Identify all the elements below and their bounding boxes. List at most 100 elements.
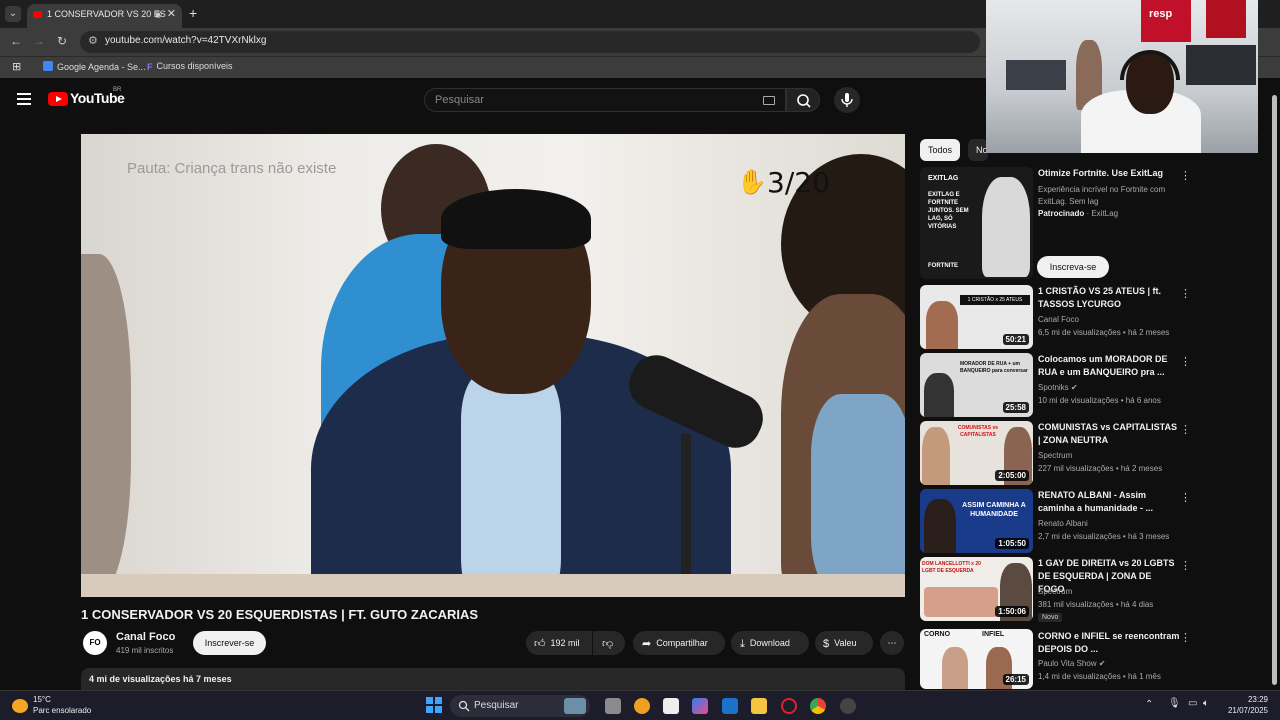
tab-search-chevron-icon[interactable]: ⌄ <box>5 6 21 22</box>
thumb-text: CORNO INFIEL <box>924 631 1005 638</box>
tray-chevron-icon[interactable]: ⌃ <box>1145 699 1153 710</box>
thumb-text: DOM LANCELLOTTI x 20 LGBT DE ESQUERDA <box>922 561 981 574</box>
raised-hand-icon: ✋ <box>737 168 767 196</box>
close-tab-icon[interactable]: ✕ <box>167 4 176 24</box>
voice-search-button[interactable] <box>834 87 860 113</box>
search-placeholder: Pesquisar <box>435 94 484 106</box>
list-item[interactable]: DOM LANCELLOTTI x 20 LGBT DE ESQUERDA 1:… <box>920 557 1260 622</box>
file-explorer-icon[interactable] <box>751 698 767 714</box>
like-button[interactable]: 👍︎ 192 mil <box>526 631 592 655</box>
rec-channel[interactable]: Spectrum <box>1038 587 1072 596</box>
share-button[interactable]: ➦ Compartilhar <box>633 631 725 655</box>
bookmark-cursos[interactable]: F Cursos disponíveis <box>147 61 233 72</box>
webcam-desk-right <box>1186 45 1256 85</box>
thumbnail[interactable]: MORADOR DE RUA + um BANQUEIRO para conve… <box>920 353 1033 417</box>
site-info-icon[interactable]: ⚙ <box>88 34 98 47</box>
thumbnail[interactable]: 1 CRISTÃO x 25 ATEUS 50:21 <box>920 285 1033 349</box>
subscribe-button[interactable]: Inscrever-se <box>193 631 266 655</box>
more-vertical-icon[interactable]: ⋮ <box>1180 287 1191 300</box>
reload-icon[interactable]: ↻ <box>57 34 67 48</box>
chrome-icon[interactable] <box>810 698 826 714</box>
more-actions-button[interactable]: ⋯ <box>880 631 904 655</box>
forward-icon[interactable]: → <box>33 34 45 48</box>
list-item[interactable]: 1 CRISTÃO x 25 ATEUS 50:21 1 CRISTÃO VS … <box>920 285 1260 349</box>
more-vertical-icon[interactable]: ⋮ <box>1180 355 1191 368</box>
ad-character-figure <box>982 177 1030 277</box>
outlook-icon[interactable] <box>722 698 738 714</box>
bookmark-google-agenda[interactable]: Google Agenda - Se... <box>43 61 146 72</box>
thumbnail[interactable]: CORNO INFIEL 26:15 <box>920 629 1033 689</box>
network-icon[interactable]: ▭ <box>1188 698 1197 709</box>
rec-channel[interactable]: Spectrum <box>1038 451 1072 460</box>
overlay-topic: Pauta: Criança trans não existe <box>127 160 337 177</box>
audio-playing-icon[interactable]: ◉ <box>154 4 162 24</box>
search-input[interactable]: Pesquisar <box>424 88 786 112</box>
more-vertical-icon[interactable]: ⋮ <box>1180 559 1191 572</box>
thumbnail[interactable]: COMUNISTAS vs CAPITALISTAS 2:05:00 <box>920 421 1033 485</box>
active-tab[interactable]: 1 CONSERVADOR VS 20 ES ◉ ✕ <box>27 4 182 28</box>
rec-channel[interactable]: Paulo Vita Show ✔ <box>1038 659 1106 668</box>
thanks-icon: $ <box>823 638 830 650</box>
thanks-button[interactable]: $ Valeu <box>815 631 873 655</box>
hamburger-menu-icon[interactable] <box>17 93 31 105</box>
more-vertical-icon[interactable]: ⋮ <box>1180 423 1191 436</box>
video-frame: Pauta: Criança trans não existe ✋ 3/20 <box>81 134 905 597</box>
channel-avatar[interactable]: FO <box>83 631 107 655</box>
weather-widget[interactable]: 15°C Parc ensolarado <box>33 694 91 716</box>
more-vertical-icon[interactable]: ⋮ <box>1180 491 1191 504</box>
rec-title[interactable]: Colocamos um MORADOR DE RUA e um BANQUEI… <box>1038 353 1180 379</box>
ad-title[interactable]: Otimize Fortnite. Use ExitLag <box>1038 167 1180 180</box>
thumbnail[interactable]: DOM LANCELLOTTI x 20 LGBT DE ESQUERDA 1:… <box>920 557 1033 621</box>
copilot-icon[interactable] <box>692 698 708 714</box>
omnibox[interactable]: ⚙ youtube.com/watch?v=42TVXrNklxg <box>80 31 980 53</box>
dislike-button[interactable]: 👎︎ <box>593 631 625 655</box>
thumbnail[interactable]: ASSIM CAMINHA A HUMANIDADE 1:05:50 <box>920 489 1033 553</box>
keyboard-icon[interactable] <box>763 96 775 105</box>
page-scrollbar-thumb[interactable] <box>1272 95 1277 685</box>
obs-icon[interactable] <box>840 698 856 714</box>
ad-more-icon[interactable]: ⋮ <box>1180 169 1191 182</box>
description-box[interactable]: 4 mi de visualizações há 7 meses <box>81 668 905 690</box>
ad-card[interactable]: EXITLAG EXITLAG E FORTNITE JUNTOS. SEM L… <box>920 167 1260 279</box>
list-item[interactable]: MORADOR DE RUA + um BANQUEIRO para conve… <box>920 353 1260 417</box>
list-item[interactable]: COMUNISTAS vs CAPITALISTAS 2:05:00 COMUN… <box>920 421 1260 485</box>
task-view-icon[interactable] <box>605 698 621 714</box>
search-button[interactable] <box>786 88 820 112</box>
video-player[interactable]: Pauta: Criança trans não existe ✋ 3/20 <box>81 134 905 597</box>
download-button[interactable]: ⤓ Download <box>731 631 809 655</box>
list-item[interactable]: CORNO INFIEL 26:15 CORNO e INFIEL se ree… <box>920 629 1260 689</box>
channel-name[interactable]: Canal Foco <box>116 631 175 643</box>
windows-start-icon[interactable] <box>426 697 442 713</box>
table <box>81 574 905 597</box>
taskbar-search[interactable]: Pesquisar <box>450 695 590 717</box>
store-icon[interactable] <box>663 698 679 714</box>
mic-tray-icon[interactable]: 🎙︎ <box>1168 698 1181 709</box>
more-vertical-icon[interactable]: ⋮ <box>1180 631 1191 644</box>
app-icon-orange[interactable] <box>634 698 650 714</box>
ad-description: Experiência incrível no Fortnite com Exi… <box>1038 185 1166 206</box>
list-item[interactable]: ASSIM CAMINHA A HUMANIDADE 1:05:50 RENAT… <box>920 489 1260 553</box>
weather-icon[interactable] <box>12 699 28 713</box>
opera-icon[interactable] <box>781 698 797 714</box>
ad-thumbnail[interactable]: EXITLAG EXITLAG E FORTNITE JUNTOS. SEM L… <box>920 167 1033 279</box>
rec-title[interactable]: RENATO ALBANI - Assim caminha a humanida… <box>1038 489 1180 515</box>
new-tab-button[interactable]: + <box>189 5 197 21</box>
apps-grid-icon[interactable]: ⊞ <box>12 60 21 73</box>
chip-next[interactable]: No <box>968 139 988 161</box>
chip-all[interactable]: Todos <box>920 139 961 161</box>
person-right-jeans <box>811 394 905 597</box>
thumb-text: 1 CRISTÃO x 25 ATEUS <box>960 295 1030 305</box>
rec-channel[interactable]: Canal Foco <box>1038 315 1079 324</box>
weather-desc: Parc ensolarado <box>33 706 92 715</box>
rec-title[interactable]: 1 CRISTÃO VS 25 ATEUS | ft. TASSOS LYCUR… <box>1038 285 1180 311</box>
ad-cta-button[interactable]: Inscreva-se <box>1037 256 1109 278</box>
back-icon[interactable]: ← <box>10 34 22 48</box>
volume-icon[interactable]: 🔈︎ <box>1203 698 1209 709</box>
rec-title[interactable]: CORNO e INFIEL se reencontram DEPOIS DO … <box>1038 630 1180 656</box>
rec-channel[interactable]: Renato Albani <box>1038 519 1088 528</box>
rec-title[interactable]: COMUNISTAS vs CAPITALISTAS | ZONA NEUTRA <box>1038 421 1180 447</box>
video-title: 1 CONSERVADOR VS 20 ESQUERDISTAS | FT. G… <box>81 607 479 622</box>
microphone-stand <box>681 434 691 597</box>
system-clock[interactable]: 23:29 21/07/2025 <box>1222 694 1268 716</box>
rec-channel[interactable]: Spotniks ✔ <box>1038 383 1078 392</box>
